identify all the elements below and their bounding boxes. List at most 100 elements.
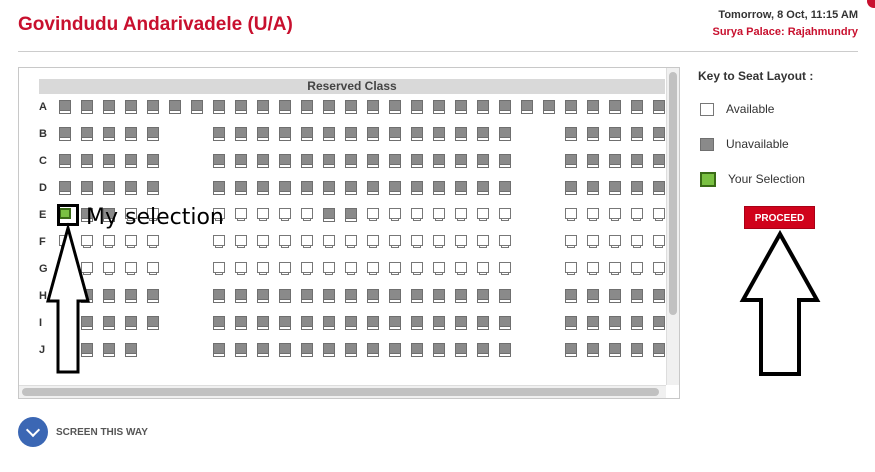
- seat-e17[interactable]: [455, 208, 467, 221]
- seat-f16[interactable]: [433, 235, 445, 248]
- seat-g9[interactable]: [279, 262, 291, 275]
- proceed-button[interactable]: PROCEED: [744, 206, 815, 229]
- seat-f10[interactable]: [301, 235, 313, 248]
- seat-f19[interactable]: [499, 235, 511, 248]
- seat-g10[interactable]: [301, 262, 313, 275]
- seat-f4[interactable]: [125, 235, 137, 248]
- seat-e7[interactable]: [235, 208, 247, 221]
- seat-e21[interactable]: [587, 208, 599, 221]
- seat-d13: [367, 181, 379, 195]
- seat-i23: [631, 316, 643, 330]
- seat-g17[interactable]: [455, 262, 467, 275]
- seat-e15[interactable]: [411, 208, 423, 221]
- seat-g21[interactable]: [587, 262, 599, 275]
- seat-a19: [455, 100, 467, 114]
- up-arrow-annotation-left: [46, 222, 90, 374]
- seat-f9[interactable]: [279, 235, 291, 248]
- seat-d12: [345, 181, 357, 195]
- seat-f8[interactable]: [257, 235, 269, 248]
- seat-g24[interactable]: [653, 262, 665, 275]
- seat-e16[interactable]: [433, 208, 445, 221]
- seat-f22[interactable]: [609, 235, 621, 248]
- seat-e14[interactable]: [389, 208, 401, 221]
- seat-f5[interactable]: [147, 235, 159, 248]
- seat-g11[interactable]: [323, 262, 335, 275]
- seat-e19[interactable]: [499, 208, 511, 221]
- seat-f6[interactable]: [213, 235, 225, 248]
- seat-b18: [477, 127, 489, 141]
- seat-e8[interactable]: [257, 208, 269, 221]
- seat-j23: [653, 343, 665, 357]
- seat-e20[interactable]: [565, 208, 577, 221]
- seat-d20: [565, 181, 577, 195]
- seat-c22: [609, 154, 621, 168]
- seat-g20[interactable]: [565, 262, 577, 275]
- seat-f14[interactable]: [389, 235, 401, 248]
- vertical-scroll-thumb[interactable]: [669, 72, 677, 315]
- seat-b15: [411, 127, 423, 141]
- row-label-a: A: [39, 101, 47, 113]
- seat-b22: [609, 127, 621, 141]
- seat-f24[interactable]: [653, 235, 665, 248]
- seat-f12[interactable]: [345, 235, 357, 248]
- seat-j21: [609, 343, 621, 357]
- seat-f3[interactable]: [103, 235, 115, 248]
- seat-f20[interactable]: [565, 235, 577, 248]
- seat-g12[interactable]: [345, 262, 357, 275]
- seat-a28: [653, 100, 665, 114]
- seat-g18[interactable]: [477, 262, 489, 275]
- seat-e13[interactable]: [367, 208, 379, 221]
- seat-a25: [587, 100, 599, 114]
- seat-e23[interactable]: [631, 208, 643, 221]
- seat-j14: [411, 343, 423, 357]
- seat-g19[interactable]: [499, 262, 511, 275]
- seat-a9: [235, 100, 247, 114]
- seat-g14[interactable]: [389, 262, 401, 275]
- chevron-down-icon[interactable]: [18, 417, 48, 447]
- vertical-scrollbar[interactable]: [666, 68, 679, 385]
- seat-h10: [301, 289, 313, 303]
- seat-f7[interactable]: [235, 235, 247, 248]
- seat-a17: [411, 100, 423, 114]
- horizontal-scroll-thumb[interactable]: [22, 388, 659, 396]
- seat-f13[interactable]: [367, 235, 379, 248]
- seat-b14: [389, 127, 401, 141]
- seat-f11[interactable]: [323, 235, 335, 248]
- seat-i20: [565, 316, 577, 330]
- row-label-e: E: [39, 209, 47, 221]
- horizontal-scrollbar[interactable]: [19, 385, 666, 398]
- seat-b4: [125, 127, 137, 141]
- seat-j18: [499, 343, 511, 357]
- seat-b6: [213, 127, 225, 141]
- seat-g16[interactable]: [433, 262, 445, 275]
- seat-g4[interactable]: [125, 262, 137, 275]
- seat-c7: [235, 154, 247, 168]
- seat-c2: [81, 154, 93, 168]
- key-selection: Your Selection: [700, 172, 805, 188]
- seat-e18[interactable]: [477, 208, 489, 221]
- seat-g8[interactable]: [257, 262, 269, 275]
- seat-e10[interactable]: [301, 208, 313, 221]
- seat-d4: [125, 181, 137, 195]
- seat-f23[interactable]: [631, 235, 643, 248]
- seat-g5[interactable]: [147, 262, 159, 275]
- seat-j17: [477, 343, 489, 357]
- seat-g6[interactable]: [213, 262, 225, 275]
- seat-f15[interactable]: [411, 235, 423, 248]
- seat-g15[interactable]: [411, 262, 423, 275]
- seat-g13[interactable]: [367, 262, 379, 275]
- seat-g3[interactable]: [103, 262, 115, 275]
- corner-badge-icon[interactable]: [867, 0, 875, 8]
- seat-g23[interactable]: [631, 262, 643, 275]
- seat-e9[interactable]: [279, 208, 291, 221]
- seat-i18: [477, 316, 489, 330]
- seat-f21[interactable]: [587, 235, 599, 248]
- seat-e22[interactable]: [609, 208, 621, 221]
- seat-e24[interactable]: [653, 208, 665, 221]
- seat-f18[interactable]: [477, 235, 489, 248]
- seat-d16: [433, 181, 445, 195]
- seat-g7[interactable]: [235, 262, 247, 275]
- seat-f17[interactable]: [455, 235, 467, 248]
- seat-i13: [367, 316, 379, 330]
- seat-g22[interactable]: [609, 262, 621, 275]
